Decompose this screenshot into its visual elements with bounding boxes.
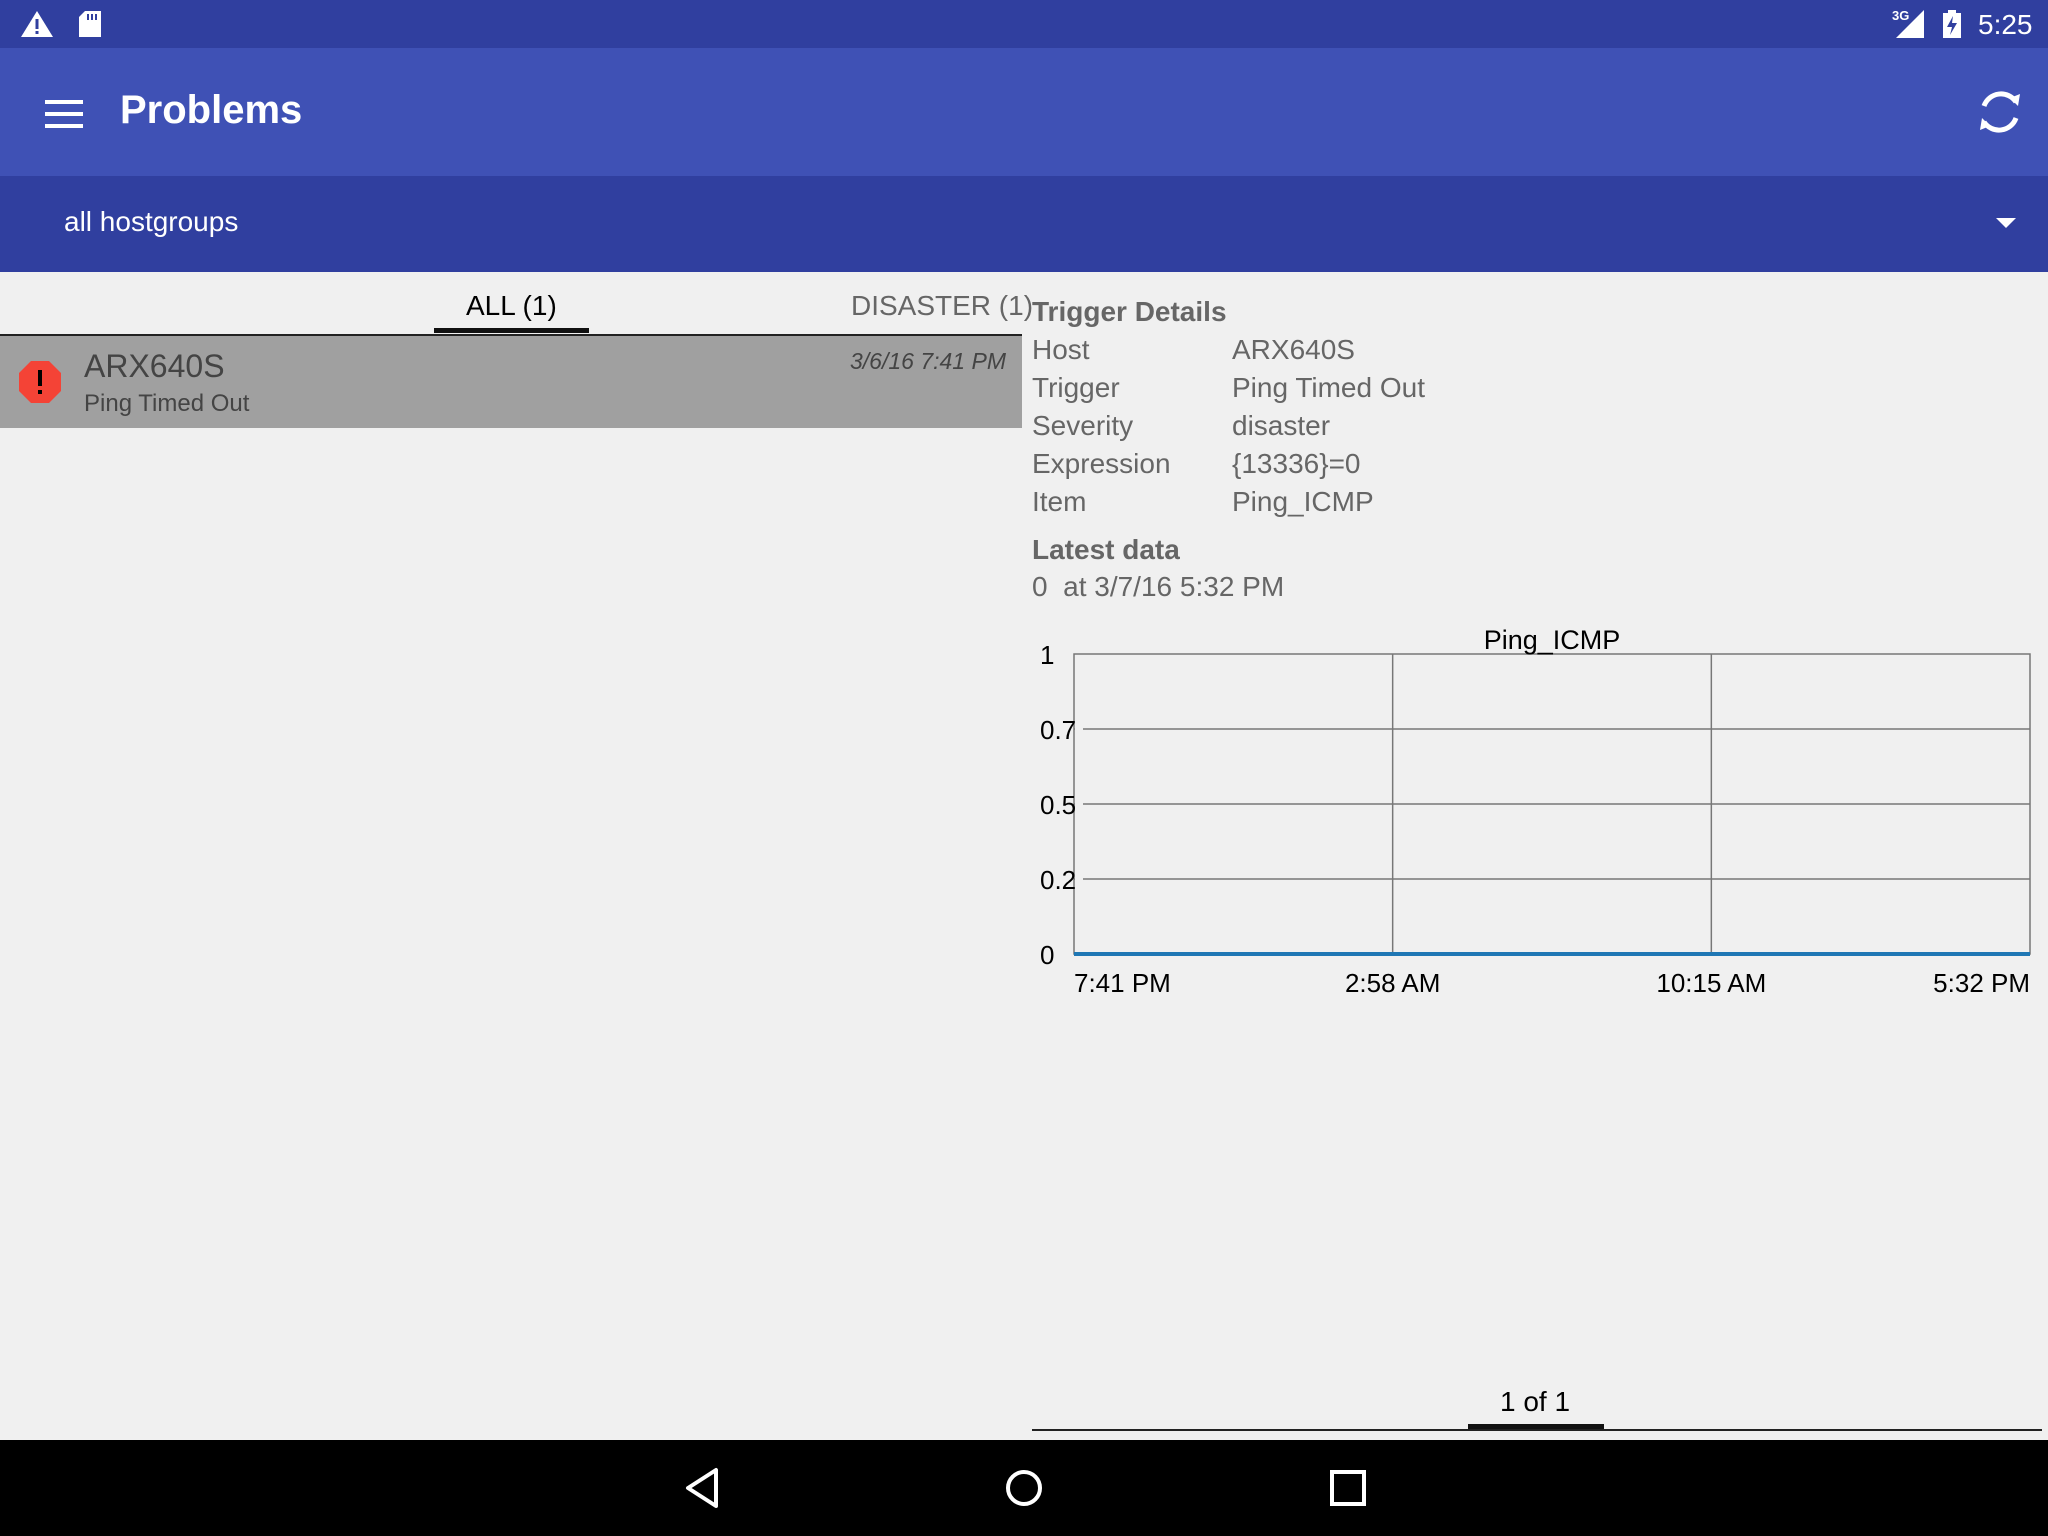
chart-y-tick-label: 0.2: [1040, 865, 1076, 895]
detail-value-item: Ping_ICMP: [1232, 486, 1374, 517]
tab-all[interactable]: ALL (1): [466, 290, 557, 322]
problem-host: ARX640S: [84, 348, 225, 384]
detail-value-expression: {13336}=0: [1232, 448, 1361, 479]
refresh-icon[interactable]: [1972, 84, 2028, 140]
chart-x-tick-label: 7:41 PM: [1074, 968, 1171, 998]
chart-x-tick-label: 10:15 AM: [1656, 968, 1766, 998]
warning-icon: [21, 11, 53, 37]
chart-x-tick-label: 5:32 PM: [1933, 968, 2030, 998]
problem-trigger: Ping Timed Out: [84, 390, 250, 417]
chart-y-ticks: 0 0.2 0.5 0.7 1: [1040, 640, 1083, 970]
detail-value-severity: disaster: [1232, 410, 1331, 441]
app-bar: Problems: [0, 48, 2048, 176]
hostgroup-spinner[interactable]: all hostgroups: [0, 176, 2048, 272]
detail-label-severity: Severity: [1032, 410, 1134, 441]
detail-label-item: Item: [1032, 486, 1087, 517]
page-title: Problems: [120, 88, 303, 132]
signal-icon: [1896, 10, 1924, 38]
navigation-bar: [0, 1440, 2048, 1536]
recents-icon[interactable]: [1324, 1464, 1372, 1512]
chart-label-mask: [1075, 694, 1083, 914]
detail-label-host: Host: [1032, 334, 1090, 365]
chart-y-tick-label: 1: [1040, 640, 1054, 670]
problem-list-item[interactable]: ARX640S Ping Timed Out 3/6/16 7:41 PM: [0, 336, 1022, 428]
detail-label-trigger: Trigger: [1032, 372, 1120, 403]
chart-y-tick-label: 0.7: [1040, 715, 1076, 745]
status-clock: 5:25: [1978, 9, 2033, 40]
latest-data-value: 0 at 3/7/16 5:32 PM: [1032, 571, 1285, 602]
chart-x-ticks: 7:41 PM 2:58 AM 10:15 AM 5:32 PM: [1074, 968, 2030, 998]
severity-disaster-icon: [19, 361, 61, 403]
chart-grid: [1073, 653, 2031, 955]
tab-disaster[interactable]: DISASTER (1): [851, 290, 1033, 322]
pager-indicator: 1 of 1: [1500, 1386, 1571, 1417]
hamburger-menu-icon[interactable]: [40, 90, 88, 138]
detail-value-host: ARX640S: [1232, 334, 1355, 365]
tab-indicator: [434, 328, 589, 333]
back-icon[interactable]: [680, 1464, 728, 1512]
chart-title: Ping_ICMP: [1484, 625, 1621, 655]
chart-x-tick-label: 2:58 AM: [1345, 968, 1440, 998]
sd-card-icon: [79, 11, 101, 37]
detail-value-trigger: Ping Timed Out: [1232, 372, 1425, 403]
problem-time: 3/6/16 7:41 PM: [850, 348, 1006, 374]
latest-data-title: Latest data: [1032, 534, 1180, 565]
pager-divider: [1032, 1429, 2042, 1431]
chart-y-tick-label: 0: [1040, 940, 1054, 970]
detail-label-expression: Expression: [1032, 448, 1171, 479]
battery-charging-icon: [1943, 10, 1961, 38]
item-history-chart: 0 0.2 0.5 0.7 1 7:41 PM 2:58 AM 10:15 AM 5:32 P…: [1040, 625, 2031, 998]
home-icon[interactable]: [1000, 1464, 1048, 1512]
dropdown-arrow-icon: [1996, 218, 2016, 228]
chart-y-tick-label: 0.5: [1040, 790, 1076, 820]
details-title: Trigger Details: [1032, 296, 1227, 327]
status-bar: 3G 5:25: [0, 0, 2048, 48]
hostgroup-selected: all hostgroups: [64, 206, 239, 237]
